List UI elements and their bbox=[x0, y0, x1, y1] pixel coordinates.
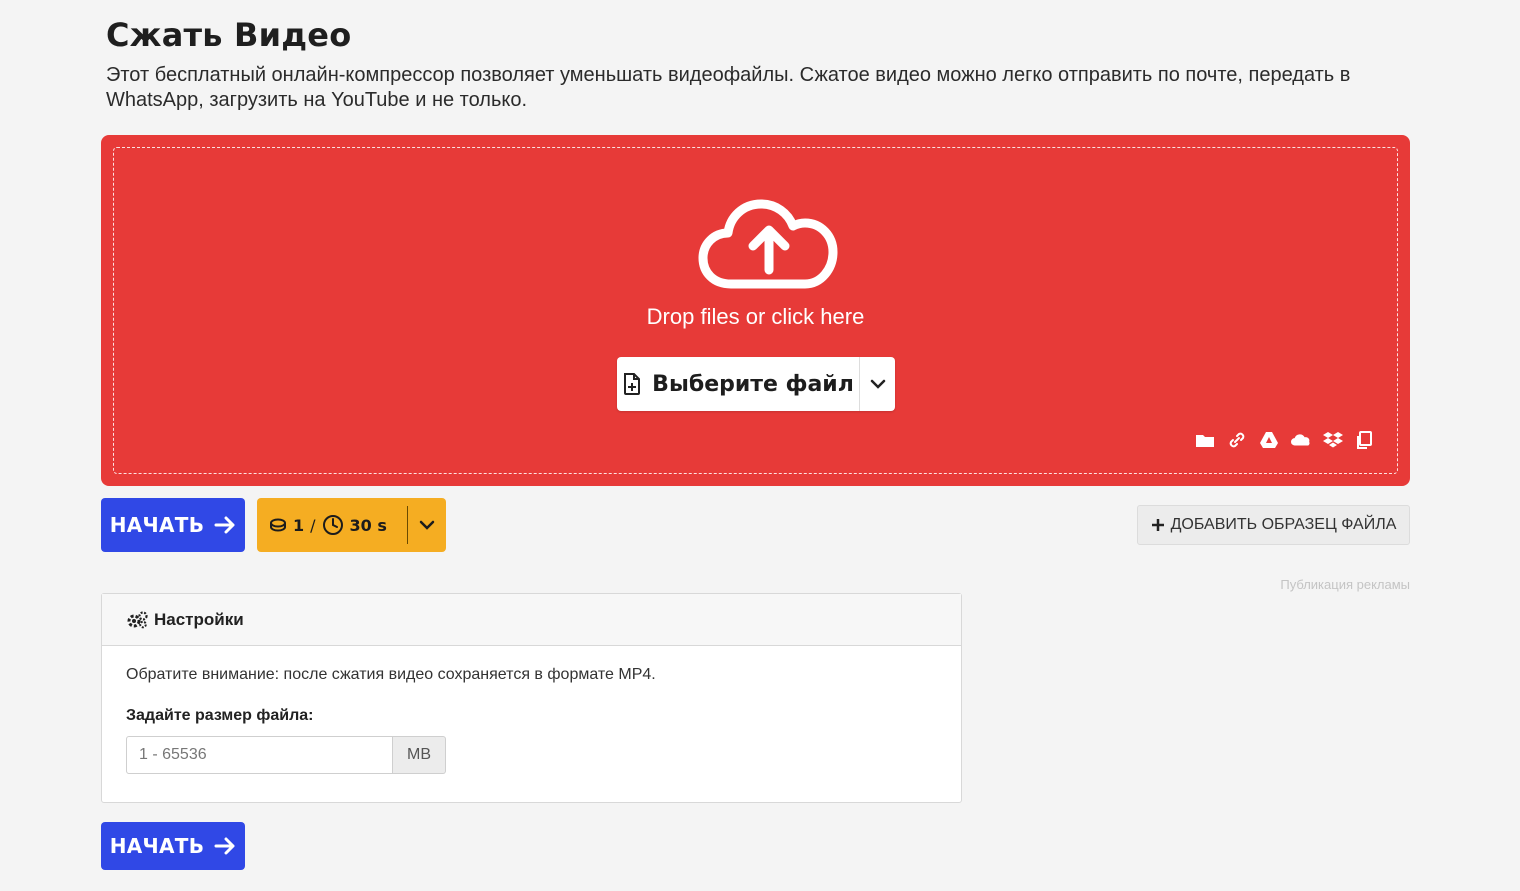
page-title: Сжать Видео bbox=[106, 16, 352, 54]
coin-icon bbox=[270, 518, 286, 532]
credits-separator: / bbox=[310, 515, 316, 535]
file-size-input[interactable] bbox=[126, 736, 393, 774]
choose-file-dropdown-toggle[interactable] bbox=[859, 357, 895, 411]
dropbox-icon[interactable] bbox=[1323, 431, 1343, 449]
file-size-label: Задайте размер файла: bbox=[126, 707, 314, 724]
chevron-down-icon bbox=[870, 379, 885, 389]
credits-count: 1 bbox=[293, 515, 305, 535]
link-icon[interactable] bbox=[1227, 431, 1247, 449]
drop-prompt: Drop files or click here bbox=[646, 304, 865, 329]
choose-file-button[interactable]: Выберите файл bbox=[617, 357, 859, 411]
add-sample-file-button[interactable]: ДОБАВИТЬ ОБРАЗЕЦ ФАЙЛА bbox=[1137, 505, 1410, 545]
clock-icon bbox=[322, 515, 343, 535]
choose-file-group: Выберите файл bbox=[617, 357, 895, 411]
file-dropzone[interactable]: Drop files or click here Выберите файл bbox=[101, 135, 1410, 486]
start-button-bottom[interactable]: НАЧАТЬ bbox=[101, 822, 245, 870]
start-button-label: НАЧАТЬ bbox=[109, 513, 205, 537]
settings-header: Настройки bbox=[102, 594, 961, 646]
page-description: Этот бесплатный онлайн-компрессор позвол… bbox=[106, 64, 1351, 111]
arrow-right-icon bbox=[214, 516, 235, 534]
arrow-right-icon bbox=[214, 837, 235, 855]
onedrive-icon[interactable] bbox=[1291, 431, 1311, 449]
settings-title: Настройки bbox=[154, 609, 244, 629]
credits-dropdown-toggle[interactable] bbox=[407, 506, 446, 544]
source-icons bbox=[1195, 431, 1375, 449]
start-button-bottom-label: НАЧАТЬ bbox=[109, 834, 205, 858]
cloud-upload-icon bbox=[698, 199, 838, 289]
dropzone-dashed-border: Drop files or click here Выберите файл bbox=[113, 147, 1398, 474]
folder-icon[interactable] bbox=[1195, 431, 1215, 449]
start-button[interactable]: НАЧАТЬ bbox=[101, 498, 245, 552]
gears-icon bbox=[127, 610, 148, 628]
chevron-down-icon bbox=[419, 520, 435, 530]
file-add-icon bbox=[624, 373, 641, 395]
choose-file-label: Выберите файл bbox=[652, 371, 854, 397]
add-sample-file-label: ДОБАВИТЬ ОБРАЗЕЦ ФАЙЛА bbox=[1170, 516, 1397, 533]
credits-indicator: 1 / 30 s bbox=[257, 498, 446, 552]
google-drive-icon[interactable] bbox=[1259, 431, 1279, 449]
file-size-unit: MB bbox=[393, 736, 446, 774]
file-size-input-group: MB bbox=[126, 736, 446, 774]
credits-time: 30 s bbox=[349, 515, 387, 535]
settings-panel: Настройки Обратите внимание: после сжати… bbox=[101, 593, 962, 803]
clipboard-icon[interactable] bbox=[1355, 431, 1375, 449]
plus-icon bbox=[1151, 519, 1164, 531]
settings-note: Обратите внимание: после сжатия видео со… bbox=[126, 666, 656, 683]
credits-info: 1 / 30 s bbox=[257, 498, 407, 552]
ad-label: Публикация рекламы bbox=[1280, 577, 1410, 592]
